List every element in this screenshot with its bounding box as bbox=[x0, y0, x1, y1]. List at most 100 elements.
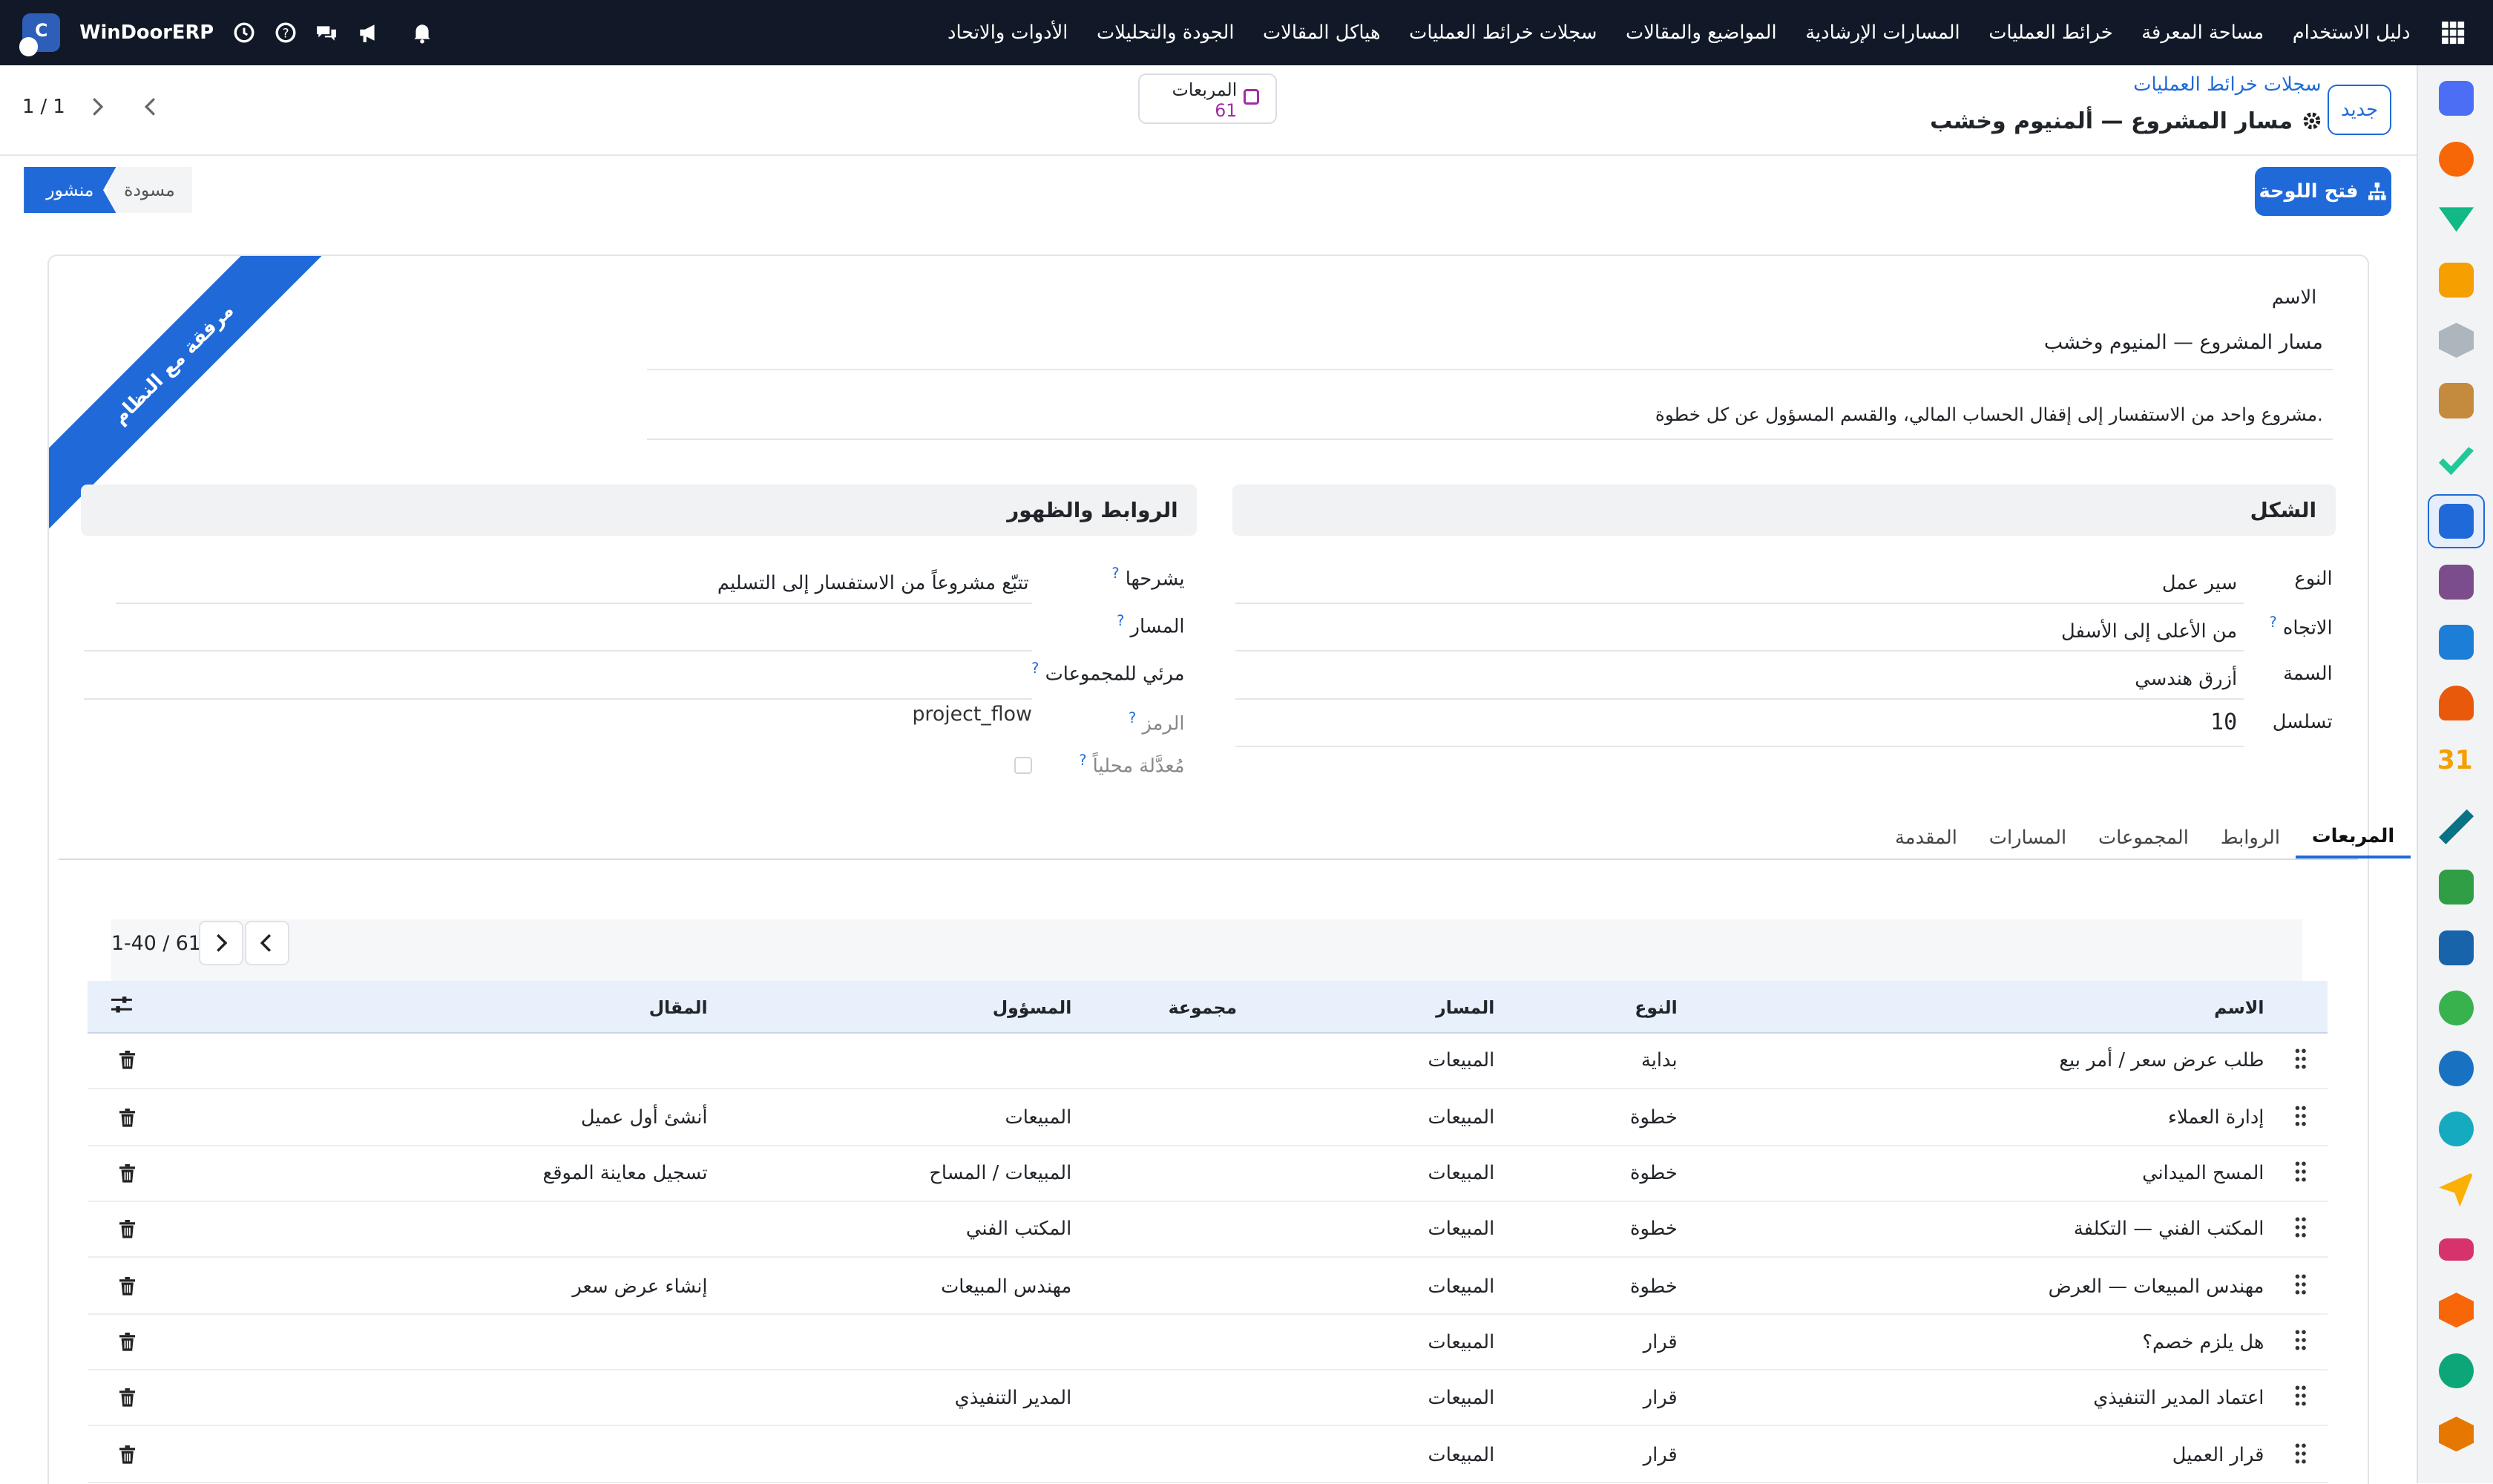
code-label: ? الرمز bbox=[1129, 709, 1185, 735]
drag-handle-icon[interactable] bbox=[2293, 1273, 2308, 1296]
status-published[interactable]: منشور bbox=[24, 167, 116, 214]
tab-groups[interactable]: المجموعات bbox=[2083, 817, 2205, 858]
dock-team-app-icon[interactable] bbox=[2439, 685, 2474, 720]
status-draft[interactable]: مسودة bbox=[106, 167, 193, 214]
list-next-button[interactable] bbox=[198, 920, 243, 965]
explains-label: ? يشرحها bbox=[1111, 564, 1185, 591]
col-article[interactable]: المقال bbox=[649, 997, 708, 1018]
trash-icon[interactable] bbox=[119, 1108, 136, 1128]
apps-grid-icon[interactable] bbox=[2439, 19, 2468, 47]
drag-handle-icon[interactable] bbox=[2293, 1216, 2308, 1238]
table-row[interactable]: مهندس المبيعات — العرض خطوة المبيعات مهندس … bbox=[87, 1259, 2328, 1316]
menu-item-process-map-records[interactable]: سجلات خرائط العمليات bbox=[1409, 22, 1597, 44]
pager-value[interactable]: 1 / 1 bbox=[22, 96, 65, 118]
previous-record-button[interactable] bbox=[128, 85, 173, 129]
sequence-field[interactable]: 10 bbox=[2210, 709, 2237, 735]
dock-whatsapp-app-icon[interactable] bbox=[2439, 990, 2474, 1026]
list-pager-value[interactable]: 1-40 / 61 bbox=[111, 932, 201, 955]
drag-handle-icon[interactable] bbox=[2293, 1385, 2308, 1407]
tab-intro[interactable]: المقدمة bbox=[1879, 817, 1974, 858]
menu-item-knowledge-space[interactable]: مساحة المعرفة bbox=[2141, 22, 2264, 44]
trash-icon[interactable] bbox=[119, 1332, 136, 1352]
menu-item-article-structures[interactable]: هياكل المقالات bbox=[1263, 22, 1381, 44]
tab-links[interactable]: الروابط bbox=[2204, 817, 2296, 858]
col-path[interactable]: المسار bbox=[1436, 997, 1494, 1018]
megaphone-icon[interactable] bbox=[357, 22, 379, 44]
drag-handle-icon[interactable] bbox=[2293, 1105, 2308, 1127]
bell-icon[interactable] bbox=[411, 22, 433, 44]
dock-discuss-app-icon[interactable] bbox=[2439, 141, 2474, 177]
dock-cube-app-icon[interactable] bbox=[2439, 1293, 2474, 1328]
dock-mail-app-icon[interactable] bbox=[2439, 81, 2474, 116]
dock-send-app-icon[interactable] bbox=[2439, 1172, 2474, 1207]
trash-icon[interactable] bbox=[119, 1276, 136, 1296]
trash-icon[interactable] bbox=[119, 1051, 136, 1070]
dock-knowledge-app-icon[interactable] bbox=[2439, 504, 2474, 539]
direction-field[interactable]: من الأعلى إلى الأسفل bbox=[2061, 620, 2237, 643]
code-field[interactable]: project_flow bbox=[912, 703, 1031, 726]
menu-item-user-guide[interactable]: دليل الاستخدام bbox=[2293, 22, 2411, 44]
drag-handle-icon[interactable] bbox=[2293, 1442, 2308, 1465]
col-owner[interactable]: المسؤول bbox=[993, 997, 1072, 1018]
trash-icon[interactable] bbox=[119, 1388, 136, 1408]
dock-hex-app-icon[interactable] bbox=[2439, 1416, 2474, 1452]
dock-contacts-app-icon[interactable] bbox=[2439, 870, 2474, 905]
help-icon[interactable]: ? bbox=[275, 22, 297, 44]
col-type[interactable]: النوع bbox=[1635, 997, 1677, 1018]
table-row[interactable]: إدارة العملاء خطوة المبيعات المبيعات أنشئ أو… bbox=[87, 1091, 2328, 1146]
dock-planning-app-icon[interactable] bbox=[2439, 1051, 2474, 1086]
tab-boxes[interactable]: المربعات bbox=[2296, 817, 2411, 859]
dock-inventory-app-icon[interactable] bbox=[2439, 322, 2474, 358]
description-field[interactable]: مشروع واحد من الاستفسار إلى إقفال الحساب… bbox=[1655, 404, 2323, 425]
col-group[interactable]: مجموعة bbox=[1169, 997, 1238, 1018]
modified-checkbox[interactable] bbox=[1014, 756, 1032, 775]
menu-item-tools-federation[interactable]: الأدوات والاتحاد bbox=[947, 22, 1068, 44]
clock-icon[interactable] bbox=[233, 22, 255, 44]
dock-invoicing-app-icon[interactable] bbox=[2439, 625, 2474, 660]
dock-bar-app-icon[interactable] bbox=[2439, 1238, 2474, 1261]
table-row[interactable]: هل يلزم خصم؟ قرار المبيعات bbox=[87, 1315, 2328, 1371]
company-logo[interactable]: C bbox=[19, 13, 61, 57]
dock-dashboards-app-icon[interactable] bbox=[2439, 930, 2474, 965]
table-row[interactable]: المكتب الفني — التكلفة خطوة المبيعات المكتب… bbox=[87, 1202, 2328, 1258]
table-row[interactable]: قرار العميل قرار المبيعات bbox=[87, 1428, 2328, 1484]
menu-item-topics-articles[interactable]: المواضيع والمقالات bbox=[1626, 22, 1777, 44]
drag-handle-icon[interactable] bbox=[2293, 1329, 2308, 1351]
dock-sign-pen-app-icon[interactable] bbox=[2439, 809, 2474, 844]
name-field[interactable]: مسار المشروع — المنيوم وخشب bbox=[2044, 331, 2323, 354]
new-button[interactable]: جديد bbox=[2328, 84, 2391, 136]
chat-icon[interactable] bbox=[315, 22, 338, 44]
table-row[interactable]: طلب عرض سعر / أمر بيع بداية المبيعات bbox=[87, 1033, 2328, 1089]
trash-icon[interactable] bbox=[119, 1163, 136, 1183]
dock-sign-app-icon[interactable] bbox=[2439, 207, 2474, 232]
trash-icon[interactable] bbox=[119, 1445, 136, 1465]
trash-icon[interactable] bbox=[119, 1219, 136, 1239]
dock-flows-app-icon[interactable] bbox=[2439, 1111, 2474, 1146]
dock-gallery-app-icon[interactable] bbox=[2439, 383, 2474, 418]
stat-label: المربعات bbox=[1172, 79, 1238, 100]
column-settings-icon[interactable] bbox=[111, 995, 132, 1014]
type-field[interactable]: سير عمل bbox=[2162, 572, 2237, 594]
gear-icon[interactable] bbox=[2302, 111, 2322, 131]
explains-field[interactable]: تتبّع مشروعاً من الاستفسار إلى التسليم bbox=[717, 572, 1029, 594]
menu-item-guided-paths[interactable]: المسارات الإرشادية bbox=[1805, 22, 1960, 44]
stat-button-boxes[interactable]: المربعات 61 bbox=[1138, 73, 1277, 125]
col-name[interactable]: الاسم bbox=[2214, 997, 2264, 1018]
next-record-button[interactable] bbox=[75, 85, 119, 129]
dock-pie-app-icon[interactable] bbox=[2439, 1353, 2474, 1388]
dock-box-app-icon[interactable] bbox=[2439, 564, 2474, 600]
menu-item-quality-analytics[interactable]: الجودة والتحليلات bbox=[1097, 22, 1234, 44]
open-board-button[interactable]: فتح اللوحة bbox=[2254, 167, 2391, 217]
dock-calendar-app-icon[interactable]: 31 bbox=[2437, 746, 2473, 775]
tab-paths[interactable]: المسارات bbox=[1973, 817, 2082, 858]
menu-item-process-maps[interactable]: خرائط العمليات bbox=[1988, 22, 2112, 44]
drag-handle-icon[interactable] bbox=[2293, 1048, 2308, 1070]
theme-field[interactable]: أزرق هندسي bbox=[2135, 668, 2237, 690]
dock-tasks-app-icon[interactable] bbox=[2439, 447, 2474, 476]
breadcrumb-parent[interactable]: سجلات خرائط العمليات bbox=[2133, 73, 2321, 96]
table-row[interactable]: المسح الميداني خطوة المبيعات المبيعات / الم… bbox=[87, 1146, 2328, 1202]
drag-handle-icon[interactable] bbox=[2293, 1160, 2308, 1183]
table-row[interactable]: اعتماد المدير التنفيذي قرار المبيعات المدير… bbox=[87, 1370, 2328, 1427]
list-previous-button[interactable] bbox=[245, 920, 289, 965]
dock-reports-app-icon[interactable] bbox=[2439, 262, 2474, 298]
